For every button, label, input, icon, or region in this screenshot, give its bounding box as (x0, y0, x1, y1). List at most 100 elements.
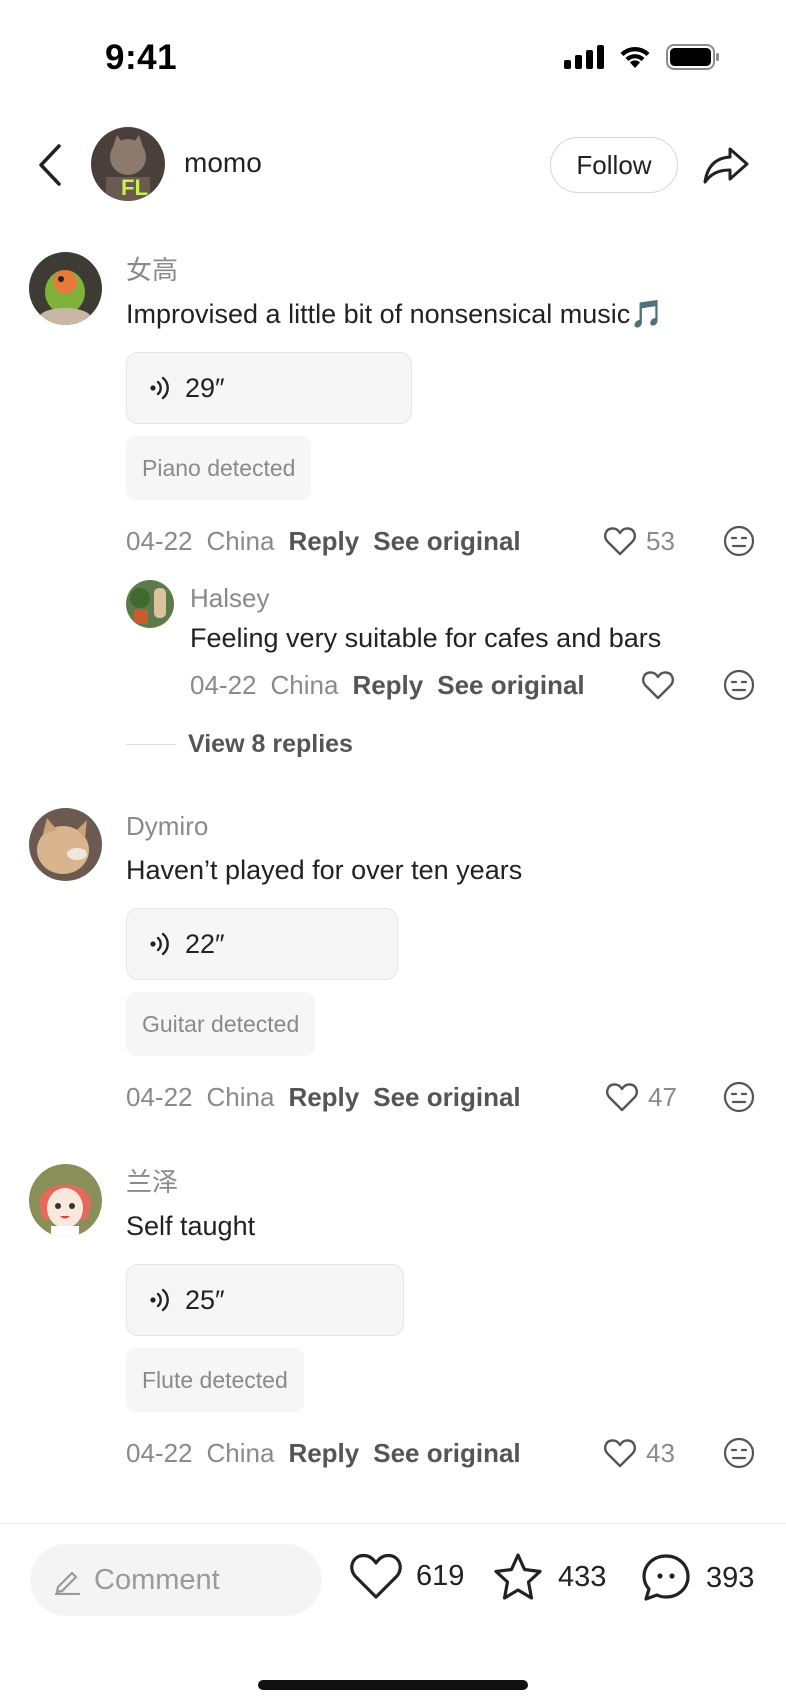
comment-text: Haven’t played for over ten years (126, 855, 523, 885)
like-button[interactable]: 53 (604, 526, 675, 557)
comment-item: 兰泽 Self taught 25″ Flute detected 04-22 … (0, 1164, 786, 1469)
comment-location: China (206, 1437, 275, 1468)
dislike-icon (723, 1437, 755, 1469)
pencil-icon (54, 1571, 81, 1595)
view-replies-button[interactable]: View 8 replies (126, 730, 353, 759)
heart-icon (350, 1553, 402, 1599)
comment-text: Self taught (126, 1211, 256, 1241)
post-like-count: 619 (416, 1559, 465, 1592)
wifi-icon (620, 46, 650, 68)
follow-button[interactable]: Follow (550, 137, 678, 193)
heart-icon (642, 671, 674, 700)
comment-item: Dymiro Haven’t played for over ten years… (0, 808, 786, 1113)
commenter-name[interactable]: Dymiro (126, 808, 756, 844)
share-icon (703, 147, 749, 184)
author-name[interactable]: momo (184, 147, 262, 179)
like-count: 47 (648, 1081, 677, 1112)
heart-icon (604, 527, 636, 556)
sub-reply-reply-button[interactable]: Reply (352, 670, 423, 701)
commenter-avatar[interactable] (29, 808, 102, 881)
author-avatar[interactable]: FL (91, 127, 165, 201)
home-indicator[interactable] (258, 1680, 528, 1690)
see-original-button[interactable]: See original (373, 1082, 520, 1113)
voice-duration: 22″ (185, 928, 225, 959)
comment-body: 兰泽 Self taught 25″ Flute detected 04-22 … (126, 1164, 756, 1474)
comment-date: 04-22 (126, 1081, 193, 1112)
reply-button[interactable]: Reply (288, 1082, 359, 1113)
see-original-button[interactable]: See original (373, 526, 520, 557)
heart-icon (606, 1083, 638, 1112)
status-time: 9:41 (105, 38, 178, 77)
voice-icon (150, 932, 169, 956)
dislike-button[interactable] (722, 1080, 756, 1114)
voice-icon (150, 376, 169, 400)
post-like-button[interactable]: 619 (350, 1552, 464, 1600)
share-button[interactable] (700, 139, 752, 191)
see-original-button[interactable]: See original (373, 1438, 520, 1469)
signal-icon (564, 45, 604, 69)
comment-meta: 04-22 China Reply See original 47 (126, 1076, 756, 1118)
dislike-icon (723, 669, 755, 701)
sub-reply-meta: 04-22 China Reply See original (190, 664, 756, 706)
back-icon (39, 144, 61, 186)
commenter-avatar[interactable] (29, 252, 102, 325)
like-count: 43 (646, 1437, 675, 1468)
post-header: FL momo Follow (0, 125, 786, 205)
like-button[interactable]: 43 (604, 1438, 675, 1469)
back-button[interactable] (30, 141, 70, 189)
sub-reply-text: Feeling very suitable for cafes and bars (190, 623, 662, 653)
comment-date: 04-22 (126, 525, 193, 556)
voice-message[interactable]: 22″ (126, 908, 398, 980)
comment-body: Dymiro Haven’t played for over ten years… (126, 808, 756, 1118)
status-icons (564, 44, 720, 70)
view-replies-label: View (188, 730, 245, 758)
chat-icon (642, 1554, 690, 1601)
voice-message[interactable]: 29″ (126, 352, 412, 424)
sub-reply-date: 04-22 (190, 669, 257, 700)
voice-icon (150, 1288, 169, 1312)
commenter-avatar[interactable] (29, 1164, 102, 1237)
reply-button[interactable]: Reply (288, 526, 359, 557)
reply-button[interactable]: Reply (288, 1438, 359, 1469)
comment-meta: 04-22 China Reply See original 43 (126, 1432, 756, 1474)
view-replies-divider (126, 743, 176, 746)
sub-reply-name[interactable]: Halsey (190, 580, 756, 616)
battery-icon (666, 44, 719, 70)
bottom-action-bar: Comment 619 433 393 (0, 1524, 786, 1704)
commenter-name[interactable]: 兰泽 (126, 1164, 756, 1200)
post-favorite-count: 433 (558, 1560, 607, 1593)
status-bar: 9:41 (0, 0, 786, 110)
dislike-icon (723, 525, 755, 557)
dislike-button[interactable] (722, 524, 756, 558)
comment-body: 女高 Improvised a little bit of nonsensica… (126, 252, 756, 562)
like-button[interactable]: 47 (606, 1082, 677, 1113)
dislike-button[interactable] (722, 1436, 756, 1470)
instrument-tag: Flute detected (126, 1348, 304, 1412)
svg-text:FL: FL (121, 175, 148, 200)
comment-location: China (206, 525, 275, 556)
post-comment-button[interactable]: 393 (640, 1552, 754, 1604)
instrument-tag: Piano detected (126, 436, 312, 500)
star-icon (494, 1553, 542, 1600)
dislike-icon (723, 1081, 755, 1113)
voice-message[interactable]: 25″ (126, 1264, 404, 1336)
view-replies-count: 8 (251, 730, 266, 758)
sub-reply-like-button[interactable] (642, 670, 674, 700)
voice-duration: 29″ (185, 372, 225, 403)
comment-placeholder: Comment (94, 1563, 220, 1596)
sub-reply-body: Halsey Feeling very suitable for cafes a… (190, 580, 756, 706)
heart-icon (604, 1439, 636, 1468)
sub-reply-see-original-button[interactable]: See original (437, 670, 584, 701)
comment-item: 女高 Improvised a little bit of nonsensica… (0, 252, 786, 772)
commenter-name[interactable]: 女高 (126, 252, 756, 288)
sub-reply-dislike-button[interactable] (722, 668, 756, 702)
post-favorite-button[interactable]: 433 (492, 1552, 606, 1602)
comment-location: China (206, 1081, 275, 1112)
instrument-tag: Guitar detected (126, 992, 316, 1056)
comment-input[interactable]: Comment (30, 1544, 322, 1616)
sub-reply: Halsey Feeling very suitable for cafes a… (126, 580, 756, 701)
sub-reply-avatar[interactable] (126, 580, 174, 628)
view-replies-suffix: replies (272, 730, 353, 758)
comment-date: 04-22 (126, 1437, 193, 1468)
voice-duration: 25″ (185, 1284, 225, 1315)
